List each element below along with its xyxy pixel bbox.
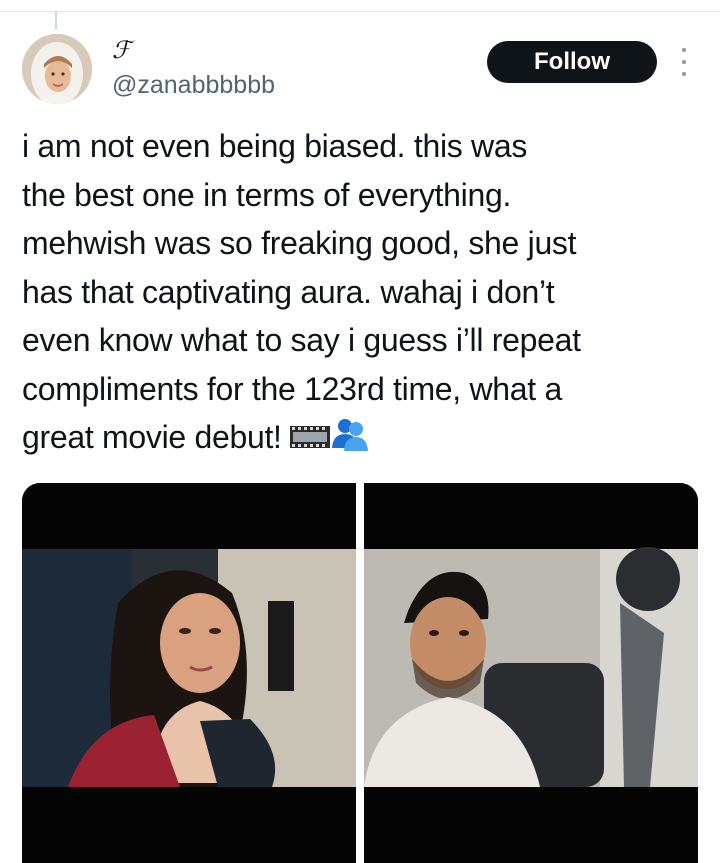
top-divider: [0, 11, 720, 12]
more-dot: [682, 60, 686, 64]
more-dot: [682, 72, 686, 76]
tweet-line: i am not even being biased. this was: [22, 128, 528, 164]
tweet-text: i am not even being biased. this was the …: [22, 122, 712, 466]
movie-still-woman[interactable]: [22, 483, 356, 863]
thread-line: [55, 11, 57, 29]
two-people-emoji: [330, 416, 370, 466]
tweet-line: the best one in terms of everything.: [22, 176, 512, 213]
tweet-line: great movie debut!: [22, 419, 291, 455]
tweet-line: has that captivating aura. wahaj i don’t: [22, 273, 555, 310]
avatar[interactable]: [22, 34, 92, 104]
film-frames-emoji: [290, 417, 331, 466]
follow-button[interactable]: Follow: [487, 41, 657, 83]
display-name[interactable]: ℱ: [112, 36, 131, 64]
user-handle[interactable]: @zanabbbbbb: [112, 70, 275, 100]
movie-still-man-image: [364, 483, 698, 863]
avatar-image: [22, 34, 92, 104]
media-grid[interactable]: [22, 483, 698, 863]
tweet-line: even know what to say i guess i’ll repea…: [22, 322, 581, 358]
more-vertical-icon[interactable]: [674, 48, 694, 76]
tweet-line: mehwish was so freaking good, she just: [22, 225, 577, 261]
more-dot: [682, 48, 686, 52]
tweet-line: compliments for the 123rd time, what a: [22, 370, 562, 407]
movie-still-woman-image: [22, 483, 356, 863]
movie-still-man[interactable]: [364, 483, 698, 863]
